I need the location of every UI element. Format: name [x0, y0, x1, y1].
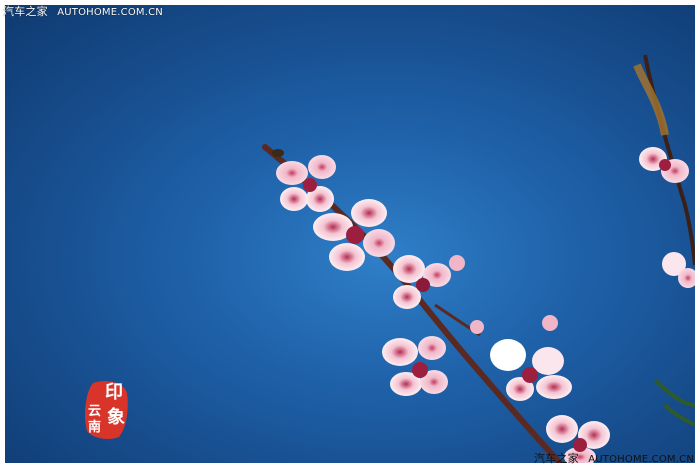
seal-char-1: 印: [105, 382, 123, 403]
watermark-top-url: AUTOHOME.COM.CN: [57, 7, 163, 18]
image-frame: 印 象 云 南 汽车之家 AUTOHOME.COM.CN 汽车之家 AUTOHO…: [0, 0, 700, 468]
seal-char-4: 南: [88, 420, 102, 435]
seal-stamp: 印 象 云 南: [83, 379, 129, 441]
seal-char-3: 云: [88, 404, 102, 419]
bee: [272, 149, 284, 157]
watermark-top-cn: 汽车之家: [3, 5, 48, 18]
leaf: [663, 403, 695, 427]
peach-blossom-photo: 印 象 云 南: [5, 5, 695, 463]
blossom-right-mid: [662, 252, 695, 288]
bud: [449, 255, 465, 271]
watermark-bottom: 汽车之家 AUTOHOME.COM.CN: [534, 450, 694, 466]
seal-char-2: 象: [107, 407, 125, 428]
blossom-right-top: [639, 147, 689, 183]
bud: [542, 315, 558, 331]
blossom-lower-left: [382, 336, 448, 396]
watermark-bottom-cn: 汽车之家: [534, 452, 579, 465]
leaf: [653, 378, 695, 407]
watermark-top: 汽车之家 AUTOHOME.COM.CN: [3, 3, 163, 19]
blossom-top: [276, 155, 336, 212]
bud: [470, 320, 484, 334]
blossom-lower-right: [490, 339, 572, 401]
watermark-bottom-url: AUTOHOME.COM.CN: [588, 454, 694, 465]
